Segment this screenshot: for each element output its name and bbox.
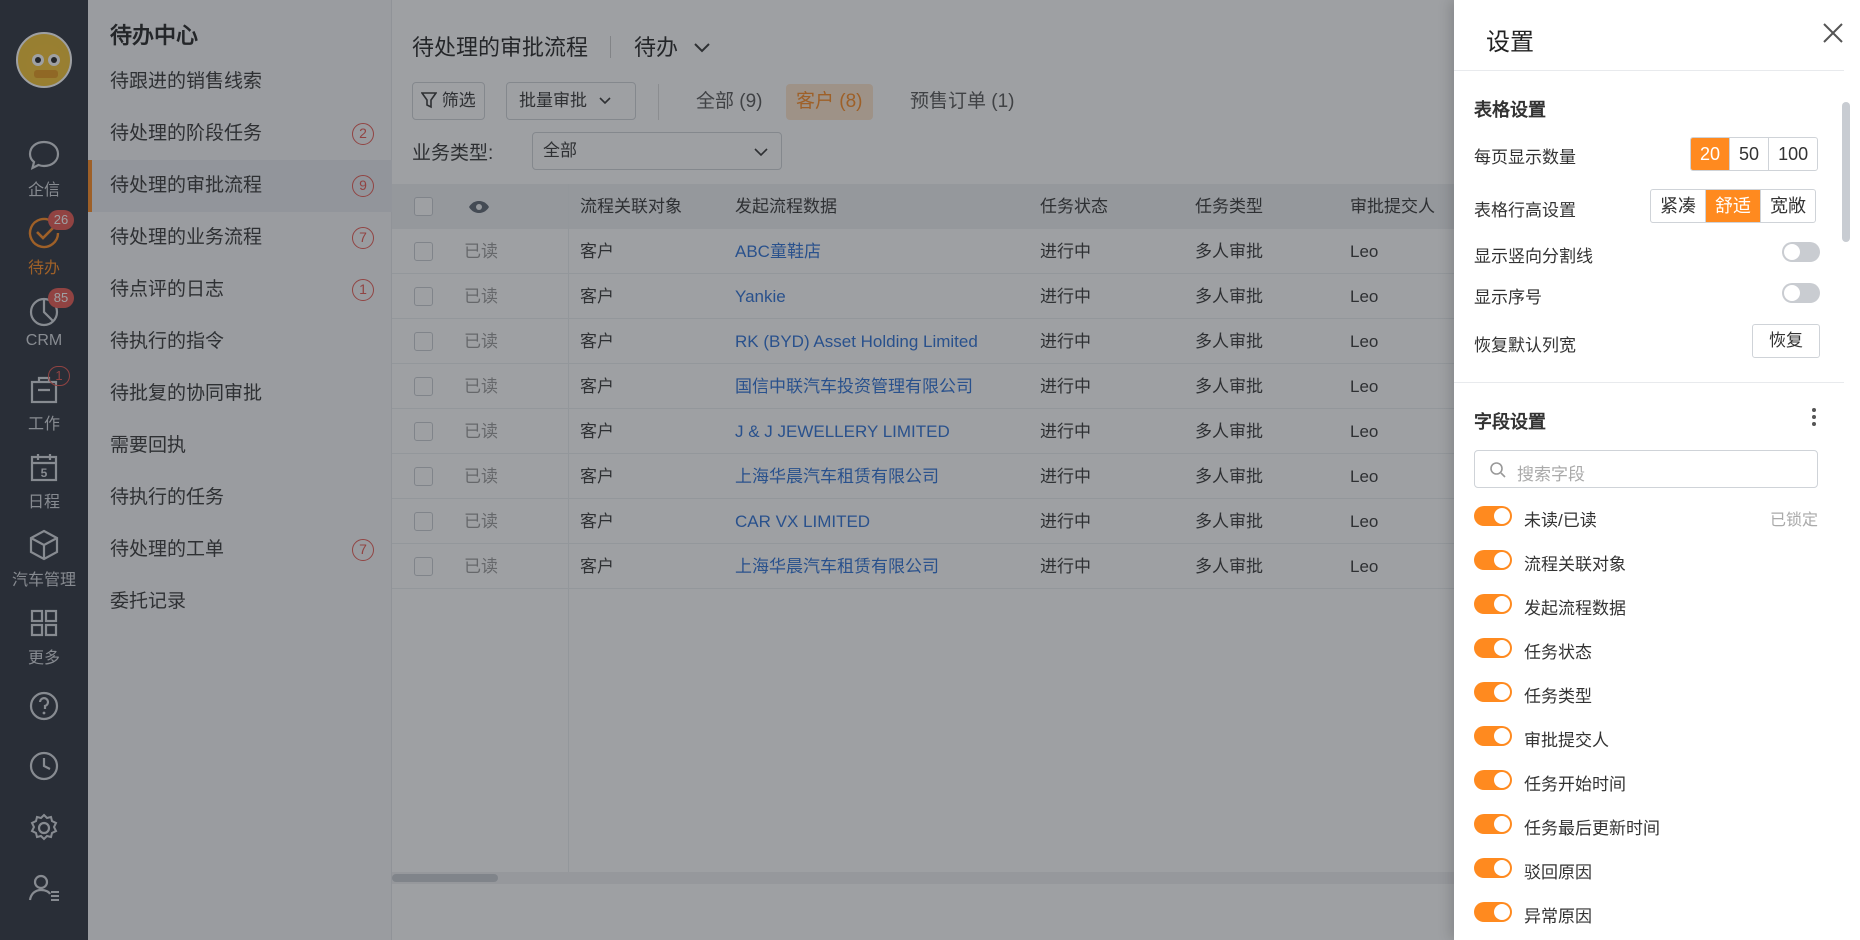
row-height-option[interactable]: 舒适 [1705,190,1760,222]
table-settings-heading: 表格设置 [1474,100,1546,120]
field-toggle[interactable] [1474,858,1512,878]
field-label: 流程关联对象 [1524,555,1626,574]
locked-label: 已锁定 [1770,512,1819,529]
field-toggle[interactable] [1474,814,1512,834]
reset-button[interactable]: 恢复 [1752,324,1820,358]
field-toggle[interactable] [1474,682,1512,702]
field-label: 未读/已读 [1524,511,1597,530]
field-toggle[interactable] [1474,506,1512,526]
settings-drawer: 设置 表格设置 每页显示数量 20 50 100 表格行高设置 紧凑 舒适 宽敞… [1454,0,1860,940]
row-height-selector: 紧凑 舒适 宽敞 [1650,189,1816,223]
show-index-label: 显示序号 [1474,288,1542,307]
divider [1454,70,1844,71]
field-toggle[interactable] [1474,638,1512,658]
vertical-lines-label: 显示竖向分割线 [1474,247,1593,266]
field-toggle[interactable] [1474,770,1512,790]
field-label: 驳回原因 [1524,863,1592,882]
page-size-option[interactable]: 50 [1729,138,1768,170]
field-toggle[interactable] [1474,550,1512,570]
app-window: 企信 待办 26 CRM 85 工作 1 5 日程 汽车管理 更多 待办中心 待… [0,0,1860,940]
close-icon[interactable] [1818,18,1848,48]
divider [1454,382,1844,383]
field-toggle[interactable] [1474,902,1512,922]
field-label: 任务状态 [1524,643,1592,662]
field-label: 异常原因 [1524,907,1592,926]
row-height-option[interactable]: 宽敞 [1760,190,1815,222]
vertical-lines-toggle[interactable] [1782,242,1820,262]
vertical-scrollbar[interactable] [1840,80,1852,940]
field-label: 任务开始时间 [1524,775,1626,794]
drawer-title: 设置 [1486,29,1534,56]
field-label: 发起流程数据 [1524,599,1626,618]
page-size-option[interactable]: 20 [1691,138,1730,170]
field-label: 任务最后更新时间 [1524,819,1660,838]
field-label: 任务类型 [1524,687,1592,706]
row-height-label: 表格行高设置 [1474,201,1576,220]
field-label: 审批提交人 [1524,731,1609,750]
field-toggle[interactable] [1474,594,1512,614]
more-vertical-icon[interactable] [1808,406,1820,428]
page-size-option[interactable]: 100 [1768,138,1817,170]
page-size-selector: 20 50 100 [1690,137,1819,171]
page-size-label: 每页显示数量 [1474,148,1576,167]
reset-width-label: 恢复默认列宽 [1474,336,1576,355]
scrollbar-thumb[interactable] [1842,102,1850,242]
field-search-input[interactable]: 搜索字段 [1474,450,1818,488]
search-icon [1490,462,1506,478]
show-index-toggle[interactable] [1782,283,1820,303]
field-settings-heading: 字段设置 [1474,412,1546,432]
field-toggle[interactable] [1474,726,1512,746]
row-height-option[interactable]: 紧凑 [1651,190,1705,222]
search-placeholder: 搜索字段 [1517,465,1585,484]
